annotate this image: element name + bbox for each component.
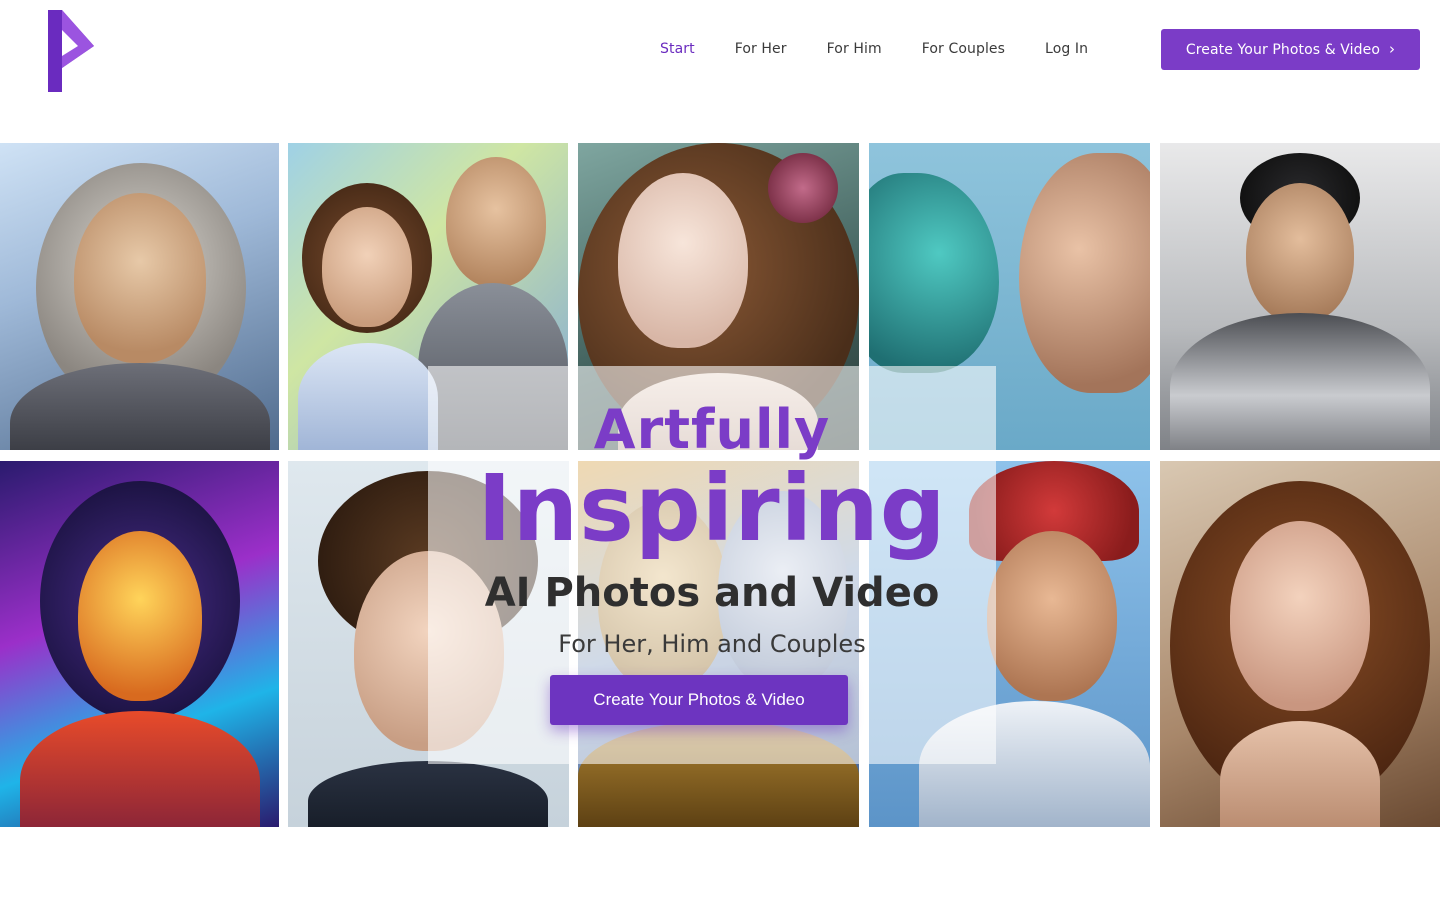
gallery-tile-cyber-heroine	[0, 461, 279, 827]
hero-title-inspiring: Inspiring	[477, 455, 947, 562]
gallery-tile-bearded-warrior	[0, 143, 279, 450]
chevron-right-icon: ›	[1389, 39, 1396, 58]
header-create-button[interactable]: Create Your Photos & Video ›	[1161, 29, 1420, 70]
site-header: Start For Her For Him For Couples Log In…	[0, 0, 1440, 100]
nav-log-in[interactable]: Log In	[1045, 41, 1088, 57]
hero-subtitle: AI Photos and Video	[484, 570, 940, 616]
gallery-tile-armored-hero	[1160, 143, 1440, 450]
header-create-label: Create Your Photos & Video	[1185, 41, 1381, 58]
hero-tagline: For Her, Him and Couples	[558, 630, 866, 658]
hero-title-artfully: Artfully	[593, 398, 831, 461]
gallery-tile-fairy-woman	[1160, 461, 1440, 827]
hero-create-label: Create Your Photos & Video	[593, 690, 805, 709]
nav-start[interactable]: Start	[660, 41, 695, 57]
hero-create-button[interactable]: Create Your Photos & Video	[550, 675, 848, 725]
main-nav: Start For Her For Him For Couples Log In	[660, 29, 1128, 69]
nav-for-him[interactable]: For Him	[827, 41, 882, 57]
nav-for-couples[interactable]: For Couples	[922, 41, 1005, 57]
p-logo-icon[interactable]	[44, 8, 98, 94]
nav-for-her[interactable]: For Her	[735, 41, 787, 57]
